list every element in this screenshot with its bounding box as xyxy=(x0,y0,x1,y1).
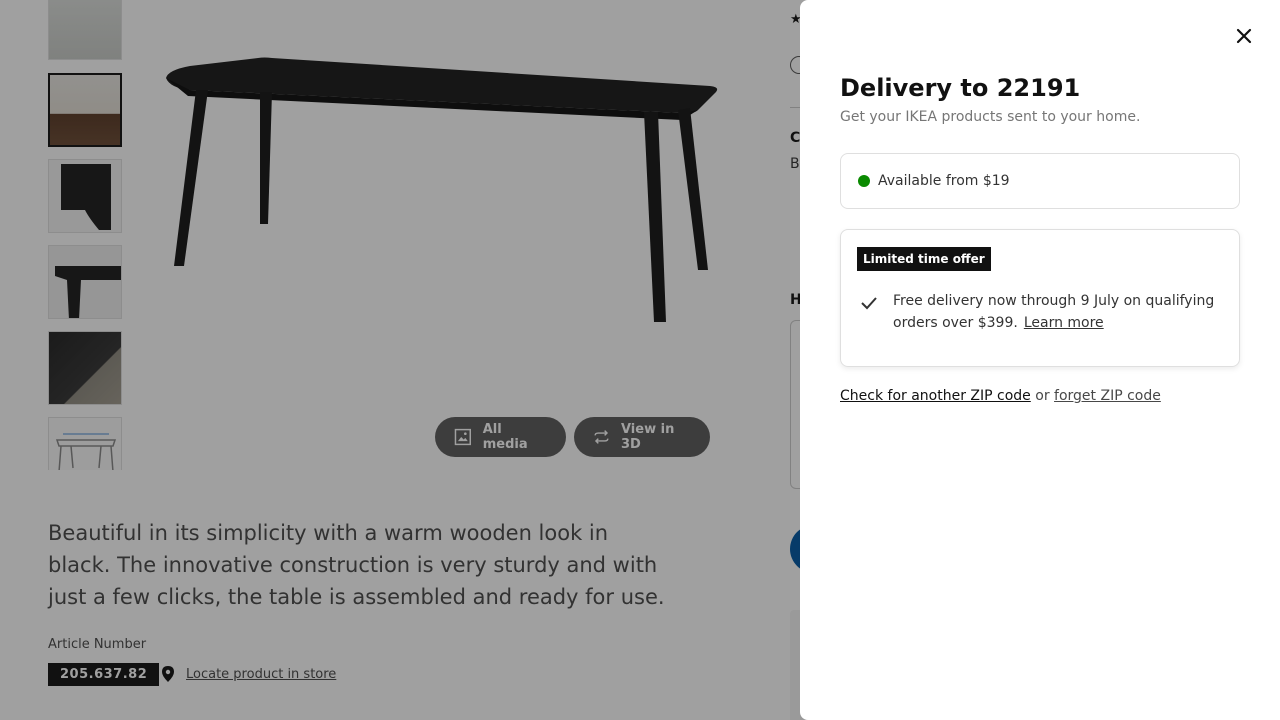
checkmark-icon xyxy=(861,297,877,310)
close-button[interactable] xyxy=(1228,20,1260,52)
available-status-dot xyxy=(858,175,870,187)
check-another-zip-link[interactable]: Check for another ZIP code xyxy=(840,388,1031,404)
close-icon xyxy=(1236,28,1252,44)
availability-card: Available from $19 xyxy=(840,153,1240,209)
offer-description: Free delivery now through 9 July on qual… xyxy=(893,290,1223,334)
zip-code-actions: Check for another ZIP code or forget ZIP… xyxy=(840,388,1161,404)
panel-title: Delivery to 22191 xyxy=(840,74,1081,102)
forget-zip-link[interactable]: forget ZIP code xyxy=(1054,388,1161,404)
offer-card: Limited time offer Free delivery now thr… xyxy=(840,229,1240,367)
limited-time-badge: Limited time offer xyxy=(857,247,991,271)
or-text: or xyxy=(1035,388,1050,404)
panel-subtitle: Get your IKEA products sent to your home… xyxy=(840,109,1141,125)
availability-text: Available from $19 xyxy=(878,173,1010,189)
learn-more-link[interactable]: Learn more xyxy=(1024,315,1104,331)
